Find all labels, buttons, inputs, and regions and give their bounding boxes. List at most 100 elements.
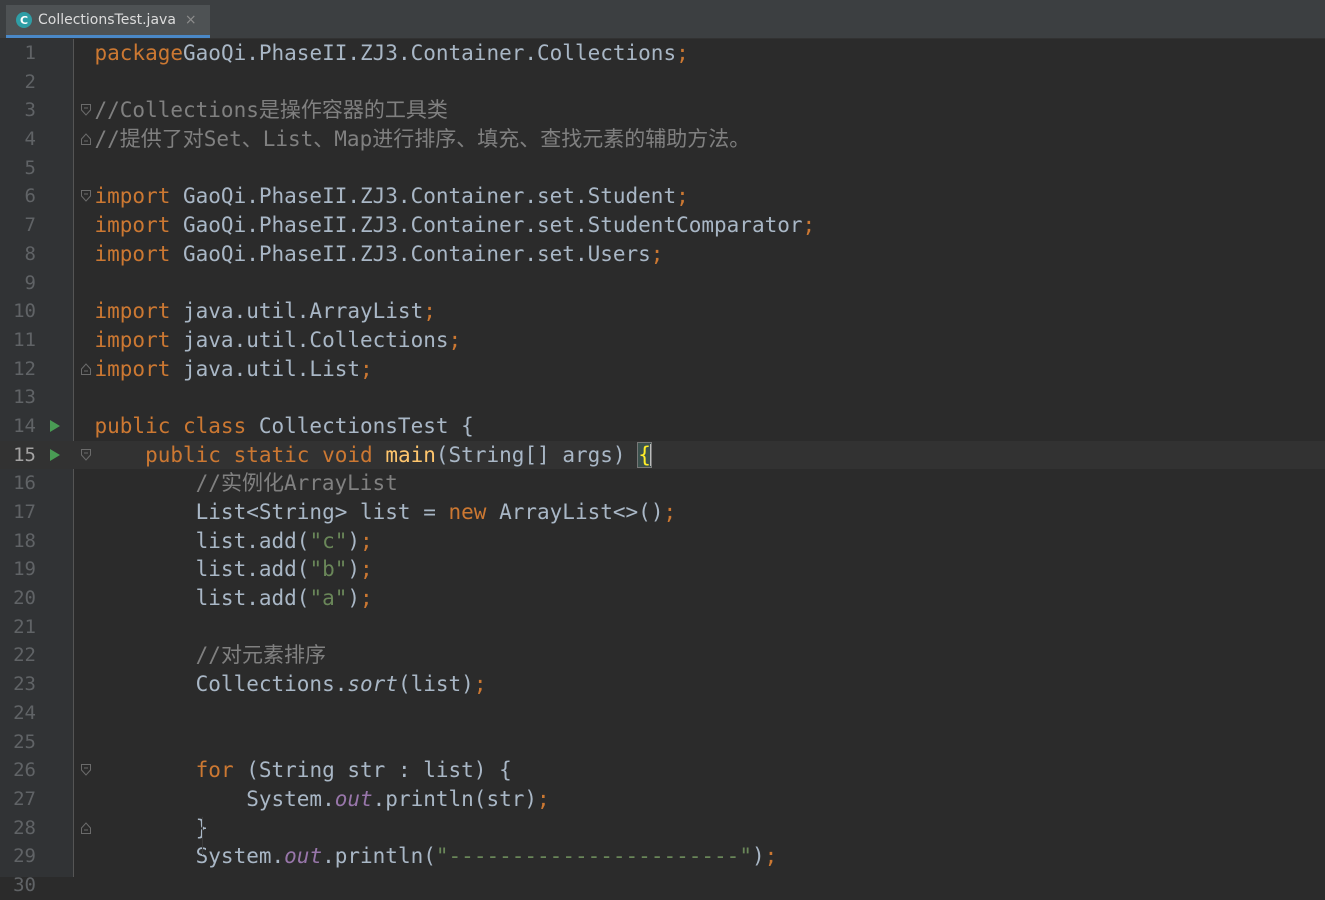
line-number: 27 <box>13 787 36 810</box>
code-token: GaoQi.PhaseII.ZJ3.Container.Collections <box>183 41 677 65</box>
code-token: ) <box>751 844 765 869</box>
code-token: import <box>94 356 171 381</box>
code-token: sort <box>347 672 398 697</box>
line-number: 7 <box>24 214 36 237</box>
editor-tab-bar: C CollectionsTest.java × <box>0 0 1325 39</box>
code-editor[interactable]: 1 packageGaoQi.PhaseII.ZJ3.Container.Coll… <box>0 39 1325 896</box>
line-number: 4 <box>24 128 36 151</box>
code-text: List<String> list = new ArrayList<>(); <box>94 498 676 527</box>
code-line[interactable]: 22 //对元素排序 <box>0 641 1325 670</box>
code-line[interactable]: 15 public static void main(String[] args… <box>0 440 1325 470</box>
code-line[interactable]: 7 import GaoQi.PhaseII.ZJ3.Container.set.… <box>0 211 1325 240</box>
code-text: import java.util.Collections; <box>95 326 462 355</box>
line-number: 1 <box>24 42 36 64</box>
code-token: ; <box>423 299 436 324</box>
code-line[interactable]: 29 System.out.println("-----------------… <box>0 842 1325 871</box>
line-number: 24 <box>13 701 36 724</box>
code-line[interactable]: 24 <box>0 699 1325 728</box>
code-line[interactable]: 27 System.out.println(str); <box>0 785 1325 814</box>
code-line[interactable]: 14 public class CollectionsTest { <box>0 412 1325 441</box>
code-token: ; <box>360 557 373 582</box>
code-line[interactable]: 23 Collections.sort(list); <box>0 670 1325 699</box>
code-line[interactable]: 11 import java.util.Collections; <box>0 326 1325 355</box>
fold-end-icon[interactable] <box>81 362 91 375</box>
code-line[interactable]: 12 import java.util.List; <box>0 355 1325 384</box>
code-line[interactable]: 2 <box>0 68 1325 97</box>
code-token: import <box>94 241 171 266</box>
indent-guide <box>202 817 203 855</box>
code-text: //实例化ArrayList <box>95 469 398 498</box>
code-line[interactable]: 6 import GaoQi.PhaseII.ZJ3.Container.set.… <box>0 182 1325 211</box>
code-text: list.add("c"); <box>95 527 373 556</box>
code-token: import <box>94 213 171 238</box>
code-token: package <box>94 41 184 65</box>
code-line[interactable]: 20 list.add("a"); <box>0 584 1325 613</box>
code-token: System. <box>94 844 285 869</box>
code-token: java.util.List <box>170 356 361 381</box>
java-class-icon: C <box>16 12 32 28</box>
code-token: (list) <box>397 672 474 697</box>
code-token: GaoQi.PhaseII.ZJ3.Container.set.Student <box>170 184 677 209</box>
line-number: 6 <box>24 185 36 208</box>
fold-collapse-icon[interactable] <box>81 448 91 461</box>
code-text: System.out.println("--------------------… <box>95 842 778 871</box>
fold-end-icon[interactable] <box>81 133 91 146</box>
code-line[interactable]: 19 list.add("b"); <box>0 555 1325 584</box>
code-token: GaoQi.PhaseII.ZJ3.Container.set.StudentC… <box>170 213 803 238</box>
line-number: 14 <box>13 414 36 437</box>
run-icon[interactable] <box>50 448 60 461</box>
code-token: for <box>195 758 234 783</box>
code-line[interactable]: 4 //提供了对Set、List、Map进行排序、填充、查找元素的辅助方法。 <box>0 125 1325 154</box>
tab-collections-test[interactable]: C CollectionsTest.java × <box>6 5 210 38</box>
code-token: java.util.Collections <box>170 327 449 352</box>
code-token: ; <box>764 844 778 869</box>
code-line[interactable]: 1 packageGaoQi.PhaseII.ZJ3.Container.Coll… <box>0 39 1325 68</box>
code-token: public static void <box>145 442 373 467</box>
code-line[interactable]: 30 <box>0 871 1325 900</box>
run-icon[interactable] <box>50 419 60 432</box>
line-number: 10 <box>13 300 36 323</box>
code-text: } <box>95 814 209 843</box>
line-number: 17 <box>13 501 36 523</box>
code-token: List<String> list = <box>94 500 449 524</box>
code-lines: 1 packageGaoQi.PhaseII.ZJ3.Container.Coll… <box>0 39 1325 900</box>
code-line[interactable]: 8 import GaoQi.PhaseII.ZJ3.Container.set.… <box>0 240 1325 269</box>
line-number: 12 <box>13 357 36 380</box>
code-text: list.add("b"); <box>95 555 373 584</box>
code-token: import <box>94 184 171 209</box>
code-line[interactable]: 5 <box>0 154 1325 183</box>
code-text: packageGaoQi.PhaseII.ZJ3.Container.Colle… <box>95 39 689 68</box>
fold-collapse-icon[interactable] <box>81 764 91 776</box>
code-token: ; <box>360 356 373 381</box>
code-text: //Collections是操作容器的工具类 <box>95 96 448 125</box>
code-token: //实例化ArrayList <box>195 471 398 496</box>
line-number: 18 <box>13 529 36 552</box>
code-token: list.add( <box>94 557 310 582</box>
fold-end-icon[interactable] <box>81 821 91 834</box>
code-line[interactable]: 26 for (String str : list) { <box>0 756 1325 785</box>
code-line[interactable]: 21 <box>0 613 1325 642</box>
fold-collapse-icon[interactable] <box>81 104 91 117</box>
fold-collapse-icon[interactable] <box>81 190 91 203</box>
code-line[interactable]: 25 <box>0 728 1325 757</box>
code-token: ; <box>537 786 550 811</box>
line-number: 16 <box>13 472 36 495</box>
code-text: import GaoQi.PhaseII.ZJ3.Container.set.S… <box>95 211 816 240</box>
code-token: ) <box>347 528 361 553</box>
code-line[interactable]: 10 import java.util.ArrayList; <box>0 297 1325 326</box>
close-icon[interactable]: × <box>185 12 197 28</box>
code-token: ; <box>802 213 816 238</box>
code-line[interactable]: 16 //实例化ArrayList <box>0 469 1325 498</box>
code-line[interactable]: 17 List<String> list = new ArrayList<>()… <box>0 498 1325 527</box>
code-line[interactable]: 13 <box>0 383 1325 412</box>
code-line[interactable]: 3 //Collections是操作容器的工具类 <box>0 96 1325 125</box>
code-token: ArrayList<>() <box>486 500 664 524</box>
code-line[interactable]: 28 } <box>0 814 1325 843</box>
code-line[interactable]: 18 list.add("c"); <box>0 527 1325 556</box>
code-text: import java.util.List; <box>95 355 373 384</box>
line-number: 3 <box>24 99 36 122</box>
code-line[interactable]: 9 <box>0 269 1325 298</box>
tab-label: CollectionsTest.java <box>38 12 176 28</box>
